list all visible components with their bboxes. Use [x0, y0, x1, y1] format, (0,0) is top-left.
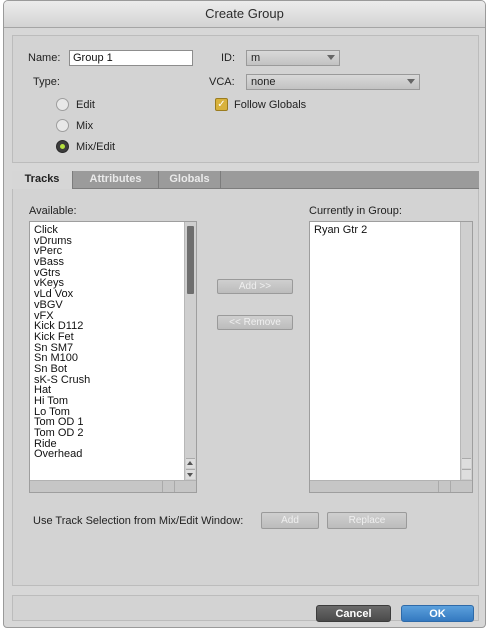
cancel-button[interactable]: Cancel — [316, 605, 391, 622]
list-item[interactable]: vBGV — [30, 299, 196, 311]
use-selection-replace-button[interactable]: Replace — [327, 512, 407, 529]
scroll-up-button[interactable] — [186, 458, 195, 468]
tab-attributes[interactable]: Attributes — [73, 171, 159, 189]
list-item[interactable]: Ryan Gtr 2 — [310, 225, 472, 236]
add-button[interactable]: Add >> — [217, 279, 293, 294]
radio-mix-edit-label: Mix/Edit — [76, 141, 116, 153]
scroll-down-button[interactable] — [186, 469, 195, 479]
chevron-down-icon — [187, 473, 193, 477]
name-label: Name: — [28, 52, 61, 64]
remove-button[interactable]: << Remove — [217, 315, 293, 330]
radio-edit[interactable] — [56, 98, 69, 111]
name-field[interactable]: Group 1 — [69, 50, 193, 66]
scroll-divider — [174, 481, 175, 492]
available-vertical-scrollbar[interactable] — [184, 222, 196, 480]
use-selection-add-button[interactable]: Add — [261, 512, 319, 529]
group-horizontal-scrollbar[interactable] — [310, 480, 472, 492]
group-vertical-scrollbar[interactable] — [460, 222, 472, 480]
group-settings-panel: Name: Group 1 ID: m Type: VCA: none Edit… — [12, 35, 479, 163]
in-group-list[interactable]: Ryan Gtr 2 — [309, 221, 473, 493]
list-item[interactable]: Kick Fet — [30, 332, 196, 343]
chevron-down-icon — [407, 79, 415, 84]
tab-bar: Tracks Attributes Globals — [12, 171, 479, 189]
available-label: Available: — [29, 205, 77, 217]
tab-globals[interactable]: Globals — [159, 171, 221, 189]
ok-button[interactable]: OK — [401, 605, 474, 622]
scroll-divider — [162, 481, 163, 492]
scroll-divider — [450, 481, 451, 492]
scroll-thumb[interactable] — [187, 226, 194, 294]
currently-in-group-label: Currently in Group: — [309, 205, 402, 217]
tracks-pane: Available: Click vDrums vPerc vBass vGtr… — [12, 189, 479, 586]
window-title: Create Group — [4, 1, 485, 28]
scroll-down-button[interactable] — [462, 469, 471, 479]
vca-value: none — [251, 76, 276, 88]
checkmark-icon: ✓ — [217, 99, 226, 110]
id-select[interactable]: m — [246, 50, 340, 66]
radio-edit-label: Edit — [76, 99, 95, 111]
available-list[interactable]: Click vDrums vPerc vBass vGtrs vKeys vLd… — [29, 221, 197, 493]
chevron-down-icon — [327, 55, 335, 60]
id-label: ID: — [221, 52, 236, 64]
follow-globals-checkbox[interactable]: ✓ — [215, 98, 228, 111]
use-track-selection-label: Use Track Selection from Mix/Edit Window… — [33, 515, 244, 527]
id-value: m — [251, 52, 261, 64]
vca-select[interactable]: none — [246, 74, 420, 90]
radio-mix-edit[interactable] — [56, 140, 69, 153]
vca-label: VCA: — [209, 76, 235, 88]
create-group-dialog: Create Group Name: Group 1 ID: m Type: V… — [3, 0, 486, 628]
scroll-up-button[interactable] — [462, 458, 471, 468]
tab-tracks[interactable]: Tracks — [12, 171, 73, 189]
chevron-up-icon — [187, 461, 193, 465]
scroll-divider — [438, 481, 439, 492]
list-item[interactable]: sK-S Crush — [30, 374, 196, 386]
list-item[interactable]: Overhead — [30, 449, 196, 460]
available-horizontal-scrollbar[interactable] — [30, 480, 196, 492]
follow-globals-label: Follow Globals — [234, 99, 307, 111]
type-label: Type: — [33, 76, 60, 88]
radio-mix[interactable] — [56, 119, 69, 132]
radio-mix-label: Mix — [76, 120, 94, 132]
